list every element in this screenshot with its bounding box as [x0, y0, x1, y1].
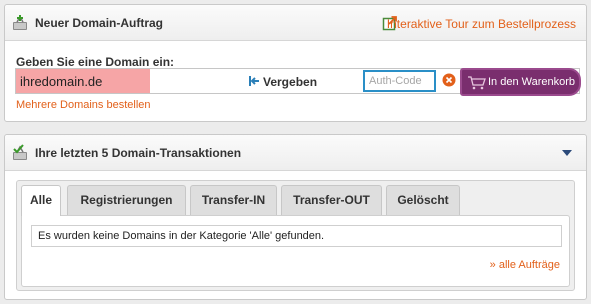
tab-geloescht[interactable]: Gelöscht [386, 185, 460, 215]
order-panel-header: Neuer Domain-Auftrag Interaktive Tour zu… [5, 5, 586, 41]
all-orders-link[interactable]: » alle Aufträge [490, 259, 560, 271]
order-panel-title: Neuer Domain-Auftrag [35, 16, 164, 30]
domain-transactions-panel: Ihre letzten 5 Domain-Transaktionen Alle… [4, 134, 587, 300]
empty-state-message: Es wurden keine Domains in der Kategorie… [31, 225, 562, 247]
domain-status-label: Vergeben [263, 75, 318, 89]
domain-search-bar: Vergeben In den Warenkorb [15, 68, 581, 96]
basket-add-icon [13, 15, 27, 30]
domain-input[interactable] [16, 69, 150, 93]
tab-alle[interactable]: Alle [21, 185, 61, 216]
domain-input-label: Geben Sie eine Domain ein: [16, 55, 175, 69]
chevron-down-icon[interactable] [562, 150, 572, 156]
new-domain-order-panel: Neuer Domain-Auftrag Interaktive Tour zu… [4, 4, 587, 122]
tab-panel-alle: Es wurden keine Domains in der Kategorie… [21, 215, 570, 287]
auth-code-input[interactable] [363, 70, 436, 92]
transactions-tabs: Alle Registrierungen Transfer-IN Transfe… [16, 180, 575, 291]
transactions-panel-title: Ihre letzten 5 Domain-Transaktionen [35, 146, 242, 160]
tab-transfer-out[interactable]: Transfer-OUT [281, 185, 382, 215]
tab-registrierungen[interactable]: Registrierungen [67, 185, 186, 215]
transactions-panel-header[interactable]: Ihre letzten 5 Domain-Transaktionen [5, 135, 586, 171]
basket-check-icon [13, 144, 27, 160]
order-multiple-domains-link[interactable]: Mehrere Domains bestellen [16, 99, 151, 111]
add-to-cart-button[interactable]: In den Warenkorb [460, 68, 581, 96]
arrow-left-bar-icon [249, 76, 259, 86]
interactive-tour-link[interactable]: Interaktive Tour zum Bestellprozess [387, 17, 576, 31]
cart-icon [468, 76, 486, 90]
tab-transfer-in[interactable]: Transfer-IN [190, 185, 277, 215]
clear-icon[interactable] [442, 73, 456, 87]
add-to-cart-label: In den Warenkorb [488, 76, 576, 88]
